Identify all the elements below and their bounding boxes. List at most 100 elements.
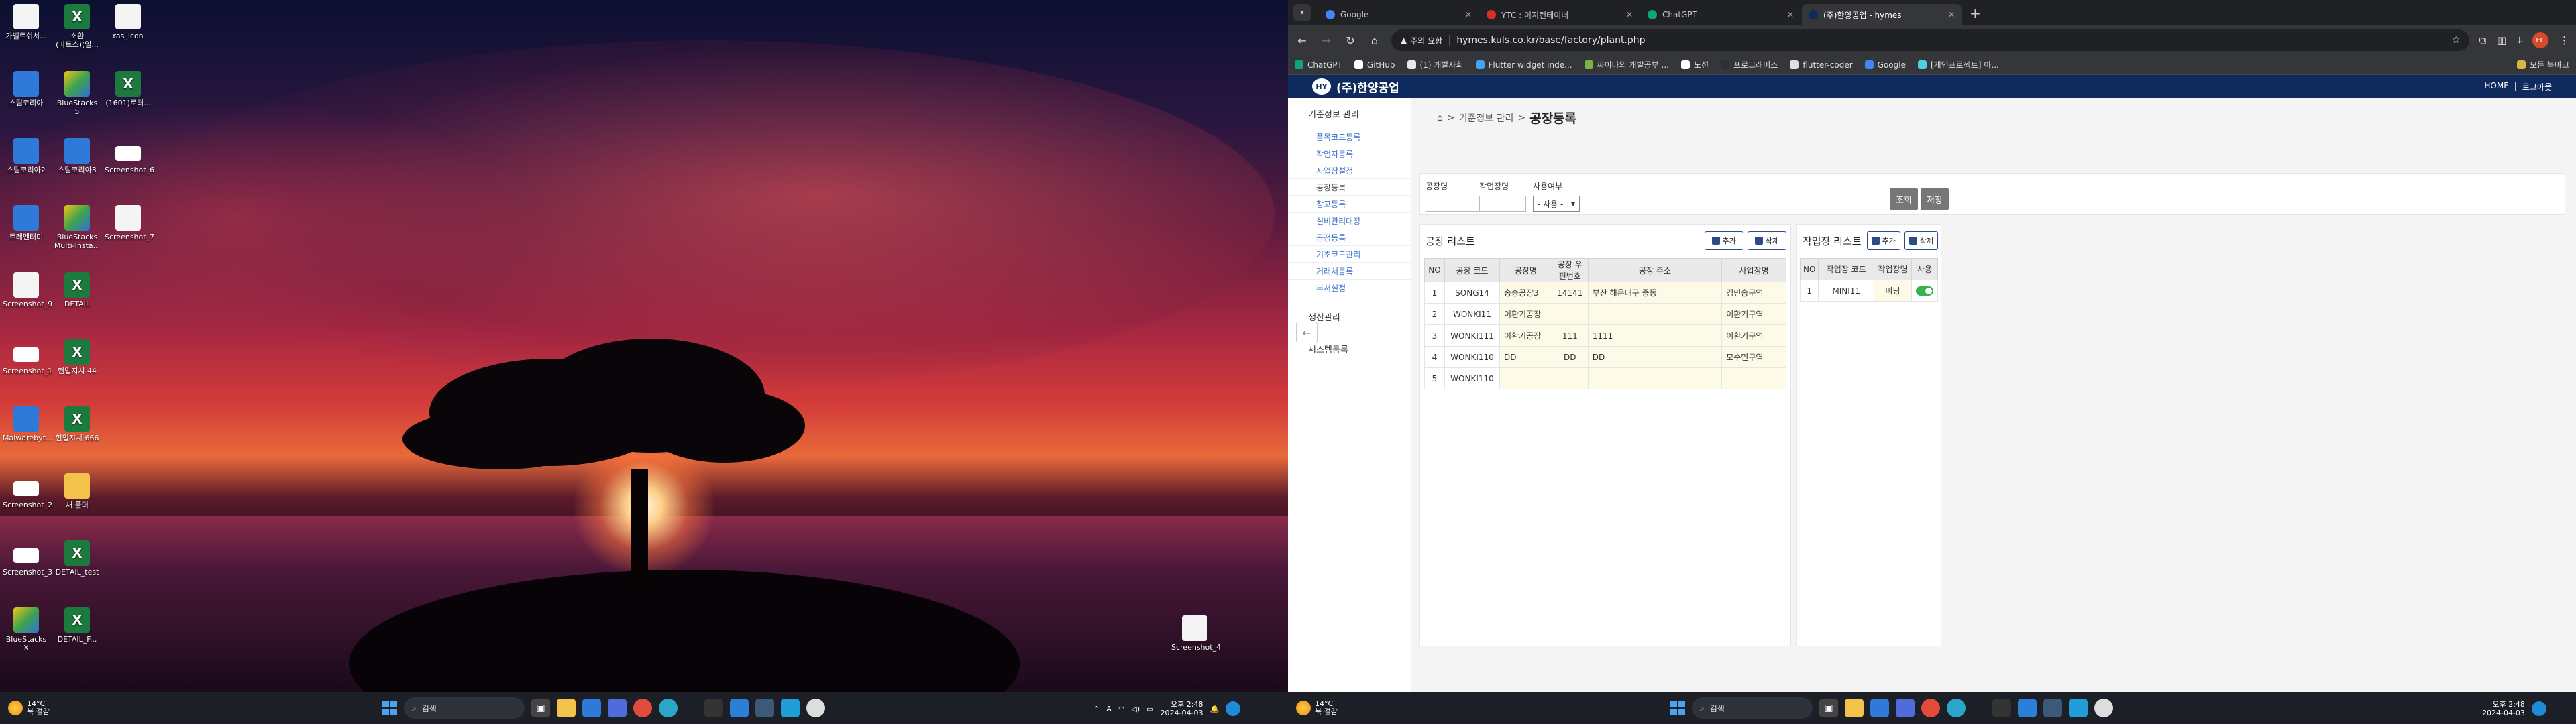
copilot-icon[interactable] — [1226, 701, 1241, 716]
column-header[interactable]: 사용 — [1911, 258, 1939, 280]
table-row[interactable]: 5 WONKI110 — [1424, 367, 1786, 389]
profile-avatar[interactable]: EC — [2532, 32, 2548, 48]
desktop-icon[interactable]: Malwarebyt... — [3, 406, 52, 442]
table-row[interactable]: 3 WONKI111 이환기공장 111 1111 이환기구역 — [1424, 324, 1786, 347]
browser-tab[interactable]: ChatGPT ✕ — [1641, 4, 1801, 25]
use-toggle[interactable] — [1915, 286, 1933, 296]
desktop-icon[interactable]: BlueStacks X — [3, 607, 50, 652]
column-header[interactable]: 작업장명 — [1873, 258, 1912, 280]
column-header[interactable]: NO — [1424, 258, 1445, 282]
sidebar-item[interactable]: 사업장설정 — [1288, 162, 1411, 179]
table-cell[interactable] — [1499, 367, 1552, 389]
github-desktop-icon[interactable] — [806, 699, 825, 717]
tool-icon[interactable] — [755, 699, 774, 717]
site-logo[interactable]: HY (주)한양공업 — [1312, 78, 1399, 95]
back-icon[interactable]: ← — [1295, 34, 1309, 47]
sidebar-item[interactable]: 거래처등록 — [1288, 263, 1411, 280]
battery-icon[interactable]: ▭ — [1146, 705, 1153, 713]
extensions-icon[interactable]: ⧉ — [2479, 34, 2486, 46]
weather-widget[interactable]: 14°C 북 걸감 — [1296, 700, 1417, 716]
weather-widget[interactable]: 14°C 북 걸감 — [8, 700, 129, 716]
desktop-icon[interactable]: Screenshot_4 — [1171, 615, 1221, 652]
tab-close-icon[interactable]: ✕ — [1948, 10, 1955, 19]
edge-icon[interactable] — [1870, 699, 1889, 717]
browser-tab[interactable]: Google ✕ — [1319, 4, 1479, 25]
table-cell[interactable]: 김민송구역 — [1721, 282, 1786, 304]
desktop-icon[interactable]: 스팀코리아 — [3, 71, 50, 107]
bookmark-item[interactable]: 짜이다의 개발공부 ... — [1584, 59, 1669, 70]
security-indicator[interactable]: ▲ 주의 요함 — [1401, 34, 1450, 46]
edge-dev-icon[interactable] — [659, 699, 678, 717]
ime-indicator[interactable]: A — [1106, 705, 1112, 713]
start-icon[interactable] — [382, 701, 397, 715]
table-cell[interactable]: DD — [1551, 346, 1589, 368]
desktop-icon[interactable]: 스팀코리아3 — [54, 138, 101, 174]
logout-link[interactable]: 로그아웃 — [2522, 81, 2552, 93]
sidebar-item[interactable]: 부서설정 — [1288, 280, 1411, 296]
start-icon[interactable] — [1670, 701, 1685, 715]
table-cell[interactable]: 이환기구역 — [1721, 303, 1786, 325]
desktop-icon[interactable]: X 현업지시 666 — [54, 406, 101, 442]
reload-icon[interactable]: ↻ — [1343, 34, 1358, 47]
workplace-add-button[interactable]: 추가 — [1866, 231, 1900, 250]
all-bookmarks[interactable]: 모든 북마크 — [2516, 59, 2569, 70]
vscode-icon[interactable] — [2018, 699, 2037, 717]
bookmark-item[interactable]: 프로그래머스 — [1721, 59, 1778, 70]
table-cell[interactable]: 1111 — [1587, 324, 1723, 347]
taskview-icon[interactable]: ▣ — [1819, 699, 1838, 717]
column-header[interactable]: 공장 주소 — [1587, 258, 1723, 282]
downloads-icon[interactable]: ⤓ — [2517, 34, 2522, 46]
bookmark-item[interactable]: GitHub — [1354, 59, 1395, 70]
tab-close-icon[interactable]: ✕ — [1465, 10, 1472, 19]
clock[interactable]: 오후 2:48 2024-04-03 — [2482, 700, 2525, 717]
vscode-icon[interactable] — [730, 699, 749, 717]
use-select[interactable]: - 사용 - ▾ — [1533, 196, 1580, 212]
browser-tab[interactable]: (주)한양공업 - hymes ✕ — [1802, 4, 1962, 25]
desktop-icon[interactable]: 가벨트쉬서... — [3, 4, 50, 40]
notification-bell-icon[interactable]: 🔔 — [1210, 705, 1219, 713]
column-header[interactable]: NO — [1799, 258, 1819, 280]
plant-add-button[interactable]: 추가 — [1704, 231, 1743, 250]
table-cell[interactable]: 모수민구역 — [1721, 346, 1786, 368]
desktop-icon[interactable]: ras_icon — [105, 4, 152, 40]
plant-delete-button[interactable]: 삭제 — [1747, 231, 1786, 250]
sidepanel-icon[interactable]: ▥ — [2497, 34, 2506, 46]
home-breadcrumb-icon[interactable]: ⌂ — [1437, 113, 1443, 123]
table-cell[interactable]: 미닝 — [1873, 280, 1912, 302]
app2-icon[interactable] — [781, 699, 800, 717]
edge-icon[interactable] — [582, 699, 601, 717]
bookmark-item[interactable]: Google — [1864, 59, 1906, 70]
desktop-icon[interactable]: Screenshot_6 — [105, 138, 154, 174]
table-cell[interactable]: 14141 — [1551, 282, 1589, 304]
desktop-icon[interactable]: 스팀코리아2 — [3, 138, 50, 174]
sidebar-item[interactable]: 공정등록 — [1288, 229, 1411, 246]
column-header[interactable]: 작업장 코드 — [1818, 258, 1874, 280]
desktop-icon[interactable]: Screenshot_1 — [3, 339, 52, 375]
tab-close-icon[interactable]: ✕ — [1787, 10, 1794, 19]
store-icon[interactable] — [608, 699, 627, 717]
clock[interactable]: 오후 2:48 2024-04-03 — [1161, 700, 1203, 717]
desktop-icon[interactable]: Screenshot_9 — [3, 272, 52, 308]
column-header[interactable]: 공장명 — [1499, 258, 1552, 282]
chrome-icon[interactable] — [1921, 699, 1940, 717]
search-button[interactable]: 조회 — [1890, 188, 1918, 210]
desktop-icon[interactable]: BlueStacks Multi-Insta... — [54, 205, 101, 250]
desktop-icon[interactable]: X DETAIL — [54, 272, 101, 308]
table-row[interactable]: 1 SONG14 송송공장3 14141 부산 해운대구 중동 김민송구역 — [1424, 282, 1786, 304]
table-cell[interactable] — [1587, 367, 1723, 389]
table-cell[interactable]: 이환기공장 — [1499, 303, 1552, 325]
table-row[interactable]: 4 WONKI110 DD DD DD 모수민구역 — [1424, 346, 1786, 368]
desktop-icon[interactable]: 트레멘터미 — [3, 205, 50, 241]
table-cell[interactable] — [1551, 303, 1589, 325]
table-cell[interactable]: 이환기공장 — [1499, 324, 1552, 347]
edge-dev-icon[interactable] — [1947, 699, 1966, 717]
bookmark-item[interactable]: Flutter widget inde... — [1475, 59, 1572, 70]
app2-icon[interactable] — [2069, 699, 2088, 717]
desktop-icon[interactable]: X DETAIL_test — [54, 540, 101, 577]
sidebar-item[interactable]: 창고등록 — [1288, 196, 1411, 213]
workplace-name-input[interactable] — [1479, 196, 1526, 212]
taskbar-search[interactable]: ⌕ 검색 — [404, 697, 525, 719]
store-icon[interactable] — [1896, 699, 1915, 717]
table-cell[interactable]: 이환기구역 — [1721, 324, 1786, 347]
desktop-icon[interactable]: Screenshot_2 — [3, 473, 52, 509]
